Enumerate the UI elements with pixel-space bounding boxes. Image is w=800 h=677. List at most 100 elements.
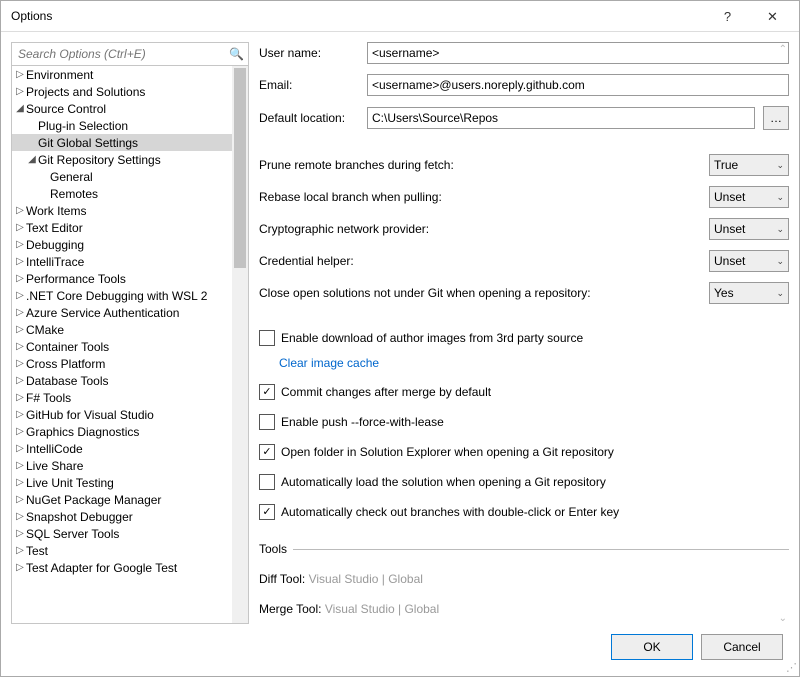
git-global-form: User name: Email: Default location: … (259, 42, 789, 616)
chevron-right-icon: ▷ (14, 222, 26, 233)
auto-load-checkbox[interactable] (259, 474, 275, 490)
tree-text-editor[interactable]: ▷Text Editor (12, 219, 232, 236)
diff-vs-option[interactable]: Visual Studio (309, 572, 379, 586)
merge-vs-option[interactable]: Visual Studio (325, 602, 395, 616)
merge-global-option[interactable]: Global (404, 602, 439, 616)
tree-scrollbar[interactable] (232, 66, 248, 623)
chevron-right-icon: ▷ (14, 205, 26, 216)
tree-cmake[interactable]: ▷CMake (12, 321, 232, 338)
options-tree[interactable]: ▷Environment ▷Projects and Solutions ◢So… (12, 66, 232, 623)
location-input[interactable] (367, 107, 755, 129)
tree-test[interactable]: ▷Test (12, 542, 232, 559)
chevron-down-icon: ⌄ (776, 160, 784, 171)
ellipsis-icon: … (770, 111, 782, 125)
tree-live-share[interactable]: ▷Live Share (12, 457, 232, 474)
chevron-right-icon: ▷ (14, 494, 26, 505)
ok-button[interactable]: OK (611, 634, 693, 660)
chevron-right-icon: ▷ (14, 426, 26, 437)
tree-nuget[interactable]: ▷NuGet Package Manager (12, 491, 232, 508)
close-dropdown[interactable]: Yes⌄ (709, 282, 789, 304)
chevron-right-icon: ▷ (14, 562, 26, 573)
browse-button[interactable]: … (763, 106, 789, 130)
tree-remotes[interactable]: Remotes (12, 185, 232, 202)
options-dialog: Options ? ✕ 🔍 ▷Environment ▷Projects and… (0, 0, 800, 677)
tree-netcore-wsl[interactable]: ▷.NET Core Debugging with WSL 2 (12, 287, 232, 304)
row-auto-load: Automatically load the solution when ope… (259, 474, 789, 490)
rebase-dropdown[interactable]: Unset⌄ (709, 186, 789, 208)
tree-github-vs[interactable]: ▷GitHub for Visual Studio (12, 406, 232, 423)
location-label: Default location: (259, 111, 359, 125)
help-icon: ? (724, 10, 731, 23)
chevron-down-icon: ⌄ (776, 224, 784, 235)
chevron-right-icon: ▷ (14, 239, 26, 250)
email-label: Email: (259, 78, 359, 92)
tree-sql-server-tools[interactable]: ▷SQL Server Tools (12, 525, 232, 542)
tree-live-unit-test[interactable]: ▷Live Unit Testing (12, 474, 232, 491)
chevron-right-icon: ▷ (14, 307, 26, 318)
tree-plugin-selection[interactable]: Plug-in Selection (12, 117, 232, 134)
tree-database-tools[interactable]: ▷Database Tools (12, 372, 232, 389)
row-location: Default location: … (259, 106, 789, 130)
chevron-right-icon: ▷ (14, 443, 26, 454)
tree-test-adapter-gtest[interactable]: ▷Test Adapter for Google Test (12, 559, 232, 576)
tree-work-items[interactable]: ▷Work Items (12, 202, 232, 219)
tree-general[interactable]: General (12, 168, 232, 185)
tree-debugging[interactable]: ▷Debugging (12, 236, 232, 253)
crypto-dropdown[interactable]: Unset⌄ (709, 218, 789, 240)
tree-source-control[interactable]: ◢Source Control (12, 100, 232, 117)
tools-separator: Tools (259, 542, 789, 556)
tree-fsharp-tools[interactable]: ▷F# Tools (12, 389, 232, 406)
tree-graphics-diag[interactable]: ▷Graphics Diagnostics (12, 423, 232, 440)
cred-dropdown[interactable]: Unset⌄ (709, 250, 789, 272)
merge-tool-label: Merge Tool: (259, 602, 321, 616)
row-cred: Credential helper: Unset⌄ (259, 250, 789, 272)
chevron-right-icon: ▷ (14, 375, 26, 386)
open-folder-checkbox[interactable]: ✓ (259, 444, 275, 460)
close-icon: ✕ (767, 10, 778, 23)
chevron-right-icon: ▷ (14, 392, 26, 403)
author-images-checkbox[interactable] (259, 330, 275, 346)
rebase-label: Rebase local branch when pulling: (259, 190, 619, 204)
diff-global-option[interactable]: Global (388, 572, 423, 586)
auto-load-label: Automatically load the solution when ope… (281, 475, 606, 489)
search-box[interactable]: 🔍 (12, 43, 248, 66)
chevron-right-icon: ▷ (14, 69, 26, 80)
scroll-down-icon: ⌄ (779, 613, 787, 624)
chevron-down-icon: ⌄ (776, 192, 784, 203)
tree-perf-tools[interactable]: ▷Performance Tools (12, 270, 232, 287)
tree-git-repo-settings[interactable]: ◢Git Repository Settings (12, 151, 232, 168)
chevron-down-icon: ◢ (26, 154, 38, 165)
row-force-lease: Enable push --force-with-lease (259, 414, 789, 430)
tree-environment[interactable]: ▷Environment (12, 66, 232, 83)
cancel-button[interactable]: Cancel (701, 634, 783, 660)
tree-intellicode[interactable]: ▷IntelliCode (12, 440, 232, 457)
crypto-label: Cryptographic network provider: (259, 222, 619, 236)
tree-snapshot-debugger[interactable]: ▷Snapshot Debugger (12, 508, 232, 525)
scroll-up-icon: ⌃ (779, 44, 787, 55)
prune-dropdown[interactable]: True⌄ (709, 154, 789, 176)
tree-cross-platform[interactable]: ▷Cross Platform (12, 355, 232, 372)
resize-grip-icon[interactable]: ⋰ (786, 663, 797, 674)
tree-projects[interactable]: ▷Projects and Solutions (12, 83, 232, 100)
close-button[interactable]: ✕ (750, 1, 795, 31)
force-lease-label: Enable push --force-with-lease (281, 415, 444, 429)
help-button[interactable]: ? (705, 1, 750, 31)
email-input[interactable] (367, 74, 789, 96)
scrollbar-thumb[interactable] (234, 68, 246, 268)
chevron-down-icon: ⌄ (776, 288, 784, 299)
row-rebase: Rebase local branch when pulling: Unset⌄ (259, 186, 789, 208)
tree-container-tools[interactable]: ▷Container Tools (12, 338, 232, 355)
clear-cache-link[interactable]: Clear image cache (279, 356, 379, 370)
chevron-right-icon: ▷ (14, 86, 26, 97)
commit-merge-checkbox[interactable]: ✓ (259, 384, 275, 400)
tree-intellitrace[interactable]: ▷IntelliTrace (12, 253, 232, 270)
cred-label: Credential helper: (259, 254, 619, 268)
force-lease-checkbox[interactable] (259, 414, 275, 430)
search-input[interactable] (16, 43, 229, 65)
tree-git-global-settings[interactable]: Git Global Settings (12, 134, 232, 151)
auto-checkout-checkbox[interactable]: ✓ (259, 504, 275, 520)
close-label: Close open solutions not under Git when … (259, 286, 619, 300)
chevron-right-icon: ▷ (14, 528, 26, 539)
tree-azure-auth[interactable]: ▷Azure Service Authentication (12, 304, 232, 321)
username-input[interactable] (367, 42, 789, 64)
